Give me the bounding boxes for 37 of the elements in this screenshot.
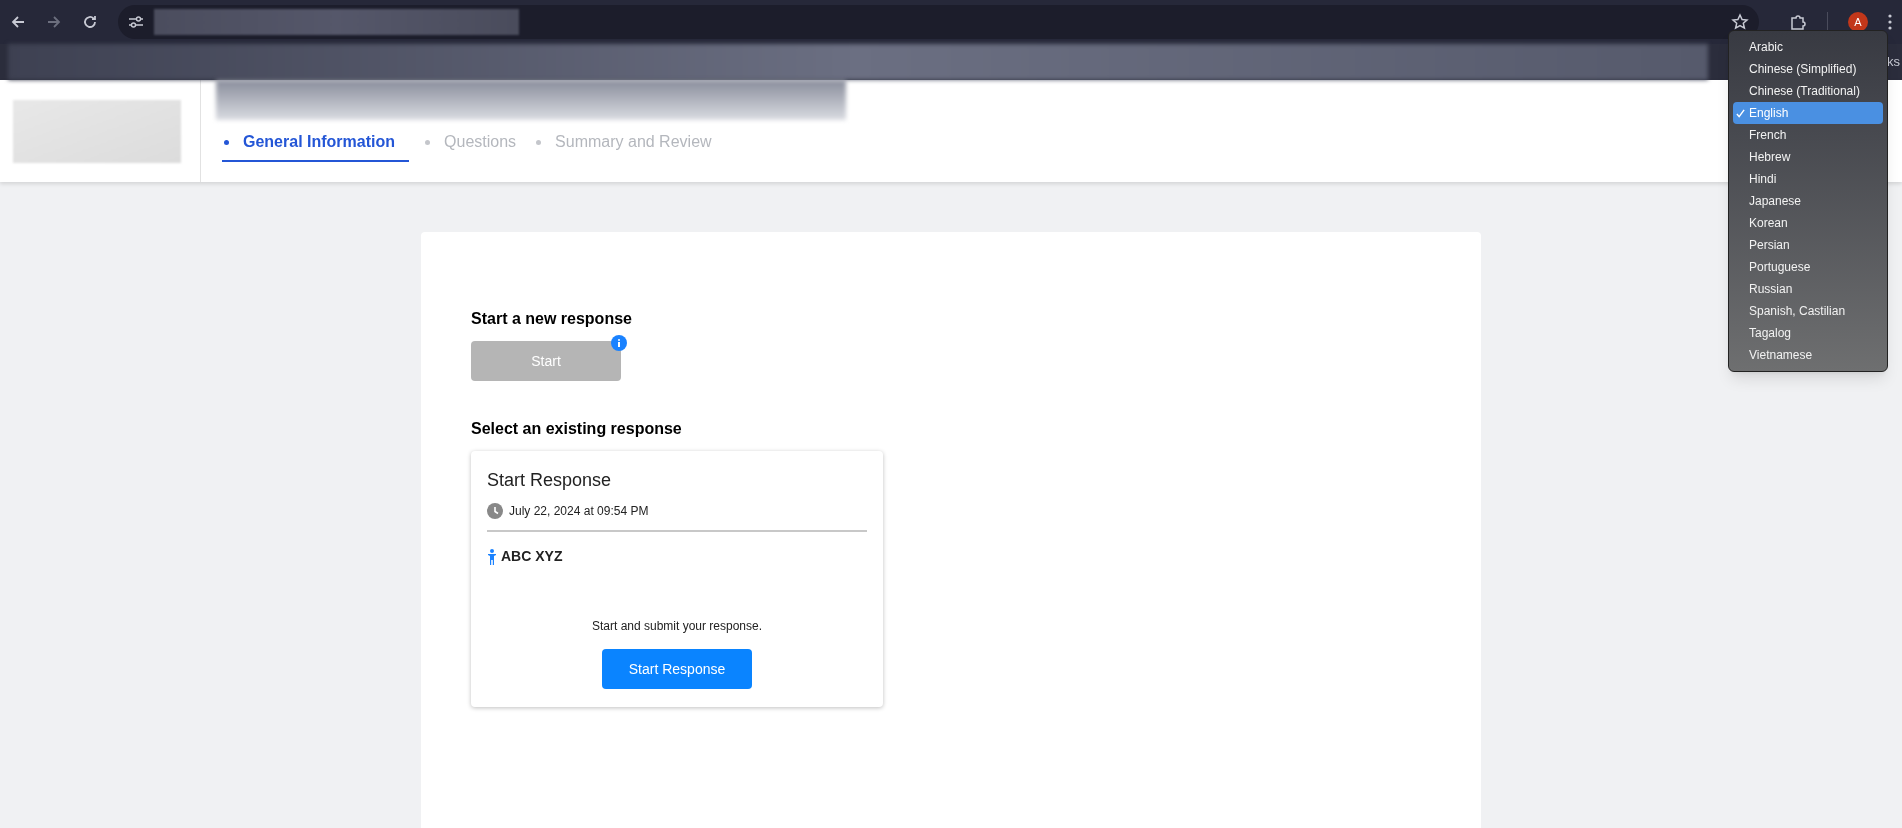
menu-item[interactable]: French	[1733, 124, 1883, 146]
menu-item[interactable]: Korean	[1733, 212, 1883, 234]
menu-item[interactable]: Japanese	[1733, 190, 1883, 212]
menu-item[interactable]: Arabic	[1733, 36, 1883, 58]
info-icon[interactable]	[611, 335, 627, 351]
section-heading: Select an existing response	[471, 419, 683, 439]
check-icon	[1736, 108, 1745, 118]
forward-icon[interactable]	[46, 14, 62, 30]
menu-item[interactable]: Hebrew	[1733, 146, 1883, 168]
site-settings-icon[interactable]	[128, 15, 144, 29]
clock-icon	[487, 503, 503, 519]
start-response-button[interactable]: Start Response	[602, 649, 752, 689]
more-icon[interactable]	[1888, 14, 1892, 30]
card-title: Start Response	[487, 469, 613, 492]
section-heading: Start a new response	[471, 309, 633, 329]
menu-item[interactable]: Persian	[1733, 234, 1883, 256]
bookmarks-label[interactable]: ks	[1887, 52, 1900, 72]
menu-item[interactable]: English	[1733, 102, 1883, 124]
reload-icon[interactable]	[82, 14, 98, 30]
menu-item[interactable]: Portuguese	[1733, 256, 1883, 278]
person-icon	[487, 548, 497, 565]
response-date: July 22, 2024 at 09:54 PM	[509, 503, 649, 520]
step-tab[interactable]: General Information	[222, 130, 410, 162]
profile-avatar[interactable]: A	[1848, 12, 1868, 32]
menu-item[interactable]: Spanish, Castilian	[1733, 300, 1883, 322]
menu-item[interactable]: Russian	[1733, 278, 1883, 300]
response-card[interactable]: Start Response July 22, 2024 at 09:54 PM ABC XYZ Start and submit your response. Start Response	[471, 451, 883, 707]
menu-item[interactable]: Vietnamese	[1733, 344, 1883, 366]
menu-item[interactable]: Hindi	[1733, 168, 1883, 190]
menu-item[interactable]: Chinese (Simplified)	[1733, 58, 1883, 80]
menu-item[interactable]: Chinese (Traditional)	[1733, 80, 1883, 102]
person-name: ABC XYZ	[501, 547, 563, 566]
back-icon[interactable]	[10, 14, 26, 30]
puzzle-icon[interactable]	[1789, 13, 1807, 31]
star-icon[interactable]	[1731, 13, 1749, 31]
card-message: Start and submit your response.	[590, 618, 764, 635]
menu-item[interactable]: Tagalog	[1733, 322, 1883, 344]
